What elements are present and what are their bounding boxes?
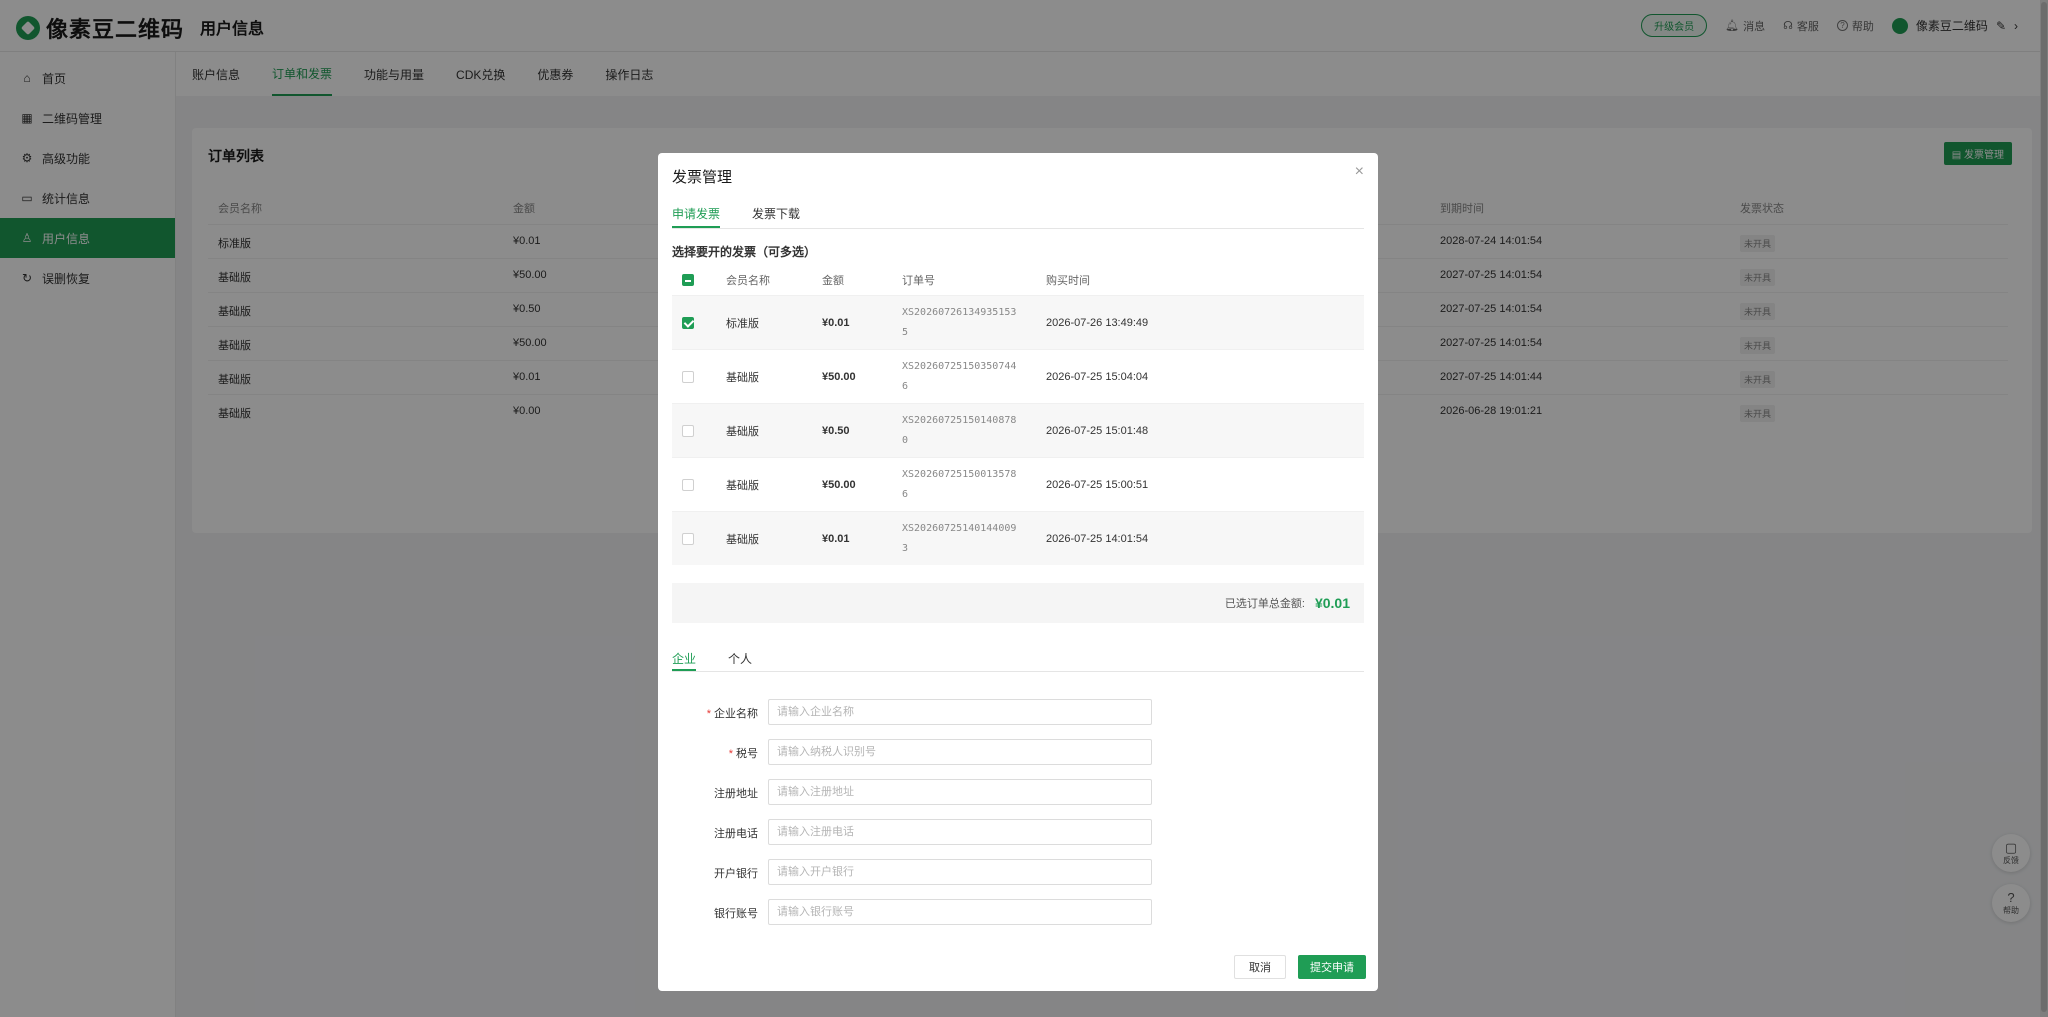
- cell-time: 2026-07-25 15:04:04: [1046, 370, 1149, 383]
- label-text: 注册电话: [714, 828, 758, 840]
- close-icon[interactable]: ×: [1355, 163, 1364, 181]
- bank-name-label: 开户银行: [714, 865, 758, 881]
- row-checkbox[interactable]: [682, 316, 694, 329]
- tab-apply-invoice[interactable]: 申请发票: [672, 205, 721, 228]
- form-row-reg-address: 注册地址: [672, 779, 1364, 805]
- invoice-type-tabs: 企业 个人: [672, 650, 1364, 672]
- cell-name: 基础版: [726, 479, 759, 492]
- tab-personal[interactable]: 个人: [728, 650, 752, 671]
- modal-tabs: 申请发票 发票下载: [672, 205, 1364, 229]
- cell-amount: ¥50.00: [822, 478, 856, 491]
- bank-account-input[interactable]: [768, 899, 1152, 925]
- tab-enterprise[interactable]: 企业: [672, 650, 697, 671]
- invoice-order-row[interactable]: 基础版 ¥50.00 XS202607251503507446 2026-07-25 …: [672, 349, 1364, 403]
- invoice-modal: 发票管理 × 申请发票 发票下载 选择要开的发票（可多选） 会员名称 金额 订单…: [658, 153, 1378, 991]
- cell-name: 基础版: [726, 425, 759, 438]
- col-amount: 金额: [822, 275, 844, 287]
- reg-phone-input[interactable]: [768, 819, 1152, 845]
- reg-address-label: 注册地址: [714, 785, 758, 801]
- cell-order-no: XS202607251501408780: [902, 414, 1017, 446]
- cell-time: 2026-07-25 15:01:48: [1046, 424, 1149, 437]
- col-purchase-time: 购买时间: [1046, 275, 1090, 287]
- bank-account-label: 银行账号: [714, 905, 758, 921]
- bank-name-input[interactable]: [768, 859, 1152, 885]
- select-hint: 选择要开的发票（可多选）: [672, 245, 817, 259]
- select-all-checkbox[interactable]: [682, 274, 694, 286]
- modal-footer: 取消 提交申请: [1234, 955, 1366, 979]
- invoice-order-row[interactable]: 基础版 ¥0.50 XS202607251501408780 2026-07-25 1…: [672, 403, 1364, 457]
- invoice-order-table: 会员名称 金额 订单号 购买时间 标准版 ¥0.01 XS2026072613493…: [672, 265, 1364, 565]
- col-name: 会员名称: [726, 275, 770, 287]
- label-text: 银行账号: [714, 908, 758, 920]
- cell-amount: ¥50.00: [822, 370, 856, 383]
- cell-order-no: XS202607261349351535: [902, 306, 1017, 338]
- row-checkbox[interactable]: [682, 370, 694, 383]
- cell-time: 2026-07-25 15:00:51: [1046, 478, 1149, 491]
- total-label: 已选订单总金额:: [1224, 598, 1305, 610]
- cell-order-no: XS202607251503507446: [902, 360, 1017, 392]
- label-text: 税号: [736, 748, 758, 760]
- cell-name: 基础版: [726, 371, 759, 384]
- row-checkbox[interactable]: [682, 532, 694, 545]
- tax-id-label: * 税号: [729, 745, 758, 761]
- invoice-order-row[interactable]: 基础版 ¥0.01 XS202607251401440093 2026-07-25 1…: [672, 511, 1364, 565]
- cell-amount: ¥0.01: [822, 532, 850, 545]
- modal-title: 发票管理: [672, 169, 733, 186]
- tab-download-invoice[interactable]: 发票下载: [752, 205, 800, 228]
- total-bar: 已选订单总金额: ¥0.01: [672, 583, 1364, 623]
- form-row-bank-account: 银行账号: [672, 899, 1364, 925]
- cell-time: 2026-07-25 14:01:54: [1046, 532, 1149, 545]
- row-checkbox[interactable]: [682, 478, 694, 491]
- total-value: ¥0.01: [1314, 595, 1350, 611]
- cell-time: 2026-07-26 13:49:49: [1046, 316, 1149, 329]
- cell-order-no: XS202607251500135786: [902, 468, 1017, 500]
- cell-name: 基础版: [726, 533, 759, 546]
- company-name-label: * 企业名称: [707, 705, 758, 721]
- invoice-order-row[interactable]: 标准版 ¥0.01 XS202607261349351535 2026-07-26 1…: [672, 295, 1364, 349]
- cell-amount: ¥0.50: [822, 424, 850, 437]
- form-row-reg-phone: 注册电话: [672, 819, 1364, 845]
- cell-name: 标准版: [726, 317, 759, 330]
- required-mark: *: [728, 748, 733, 760]
- submit-button[interactable]: 提交申请: [1298, 955, 1366, 979]
- row-checkbox[interactable]: [682, 424, 694, 437]
- invoice-table-header: 会员名称 金额 订单号 购买时间: [672, 265, 1364, 295]
- label-text: 注册地址: [714, 788, 758, 800]
- label-text: 企业名称: [714, 708, 758, 720]
- invoice-table-body: 标准版 ¥0.01 XS202607261349351535 2026-07-26 1…: [672, 295, 1364, 565]
- form-row-bank-name: 开户银行: [672, 859, 1364, 885]
- label-text: 开户银行: [714, 868, 758, 880]
- cancel-button[interactable]: 取消: [1234, 955, 1286, 979]
- required-mark: *: [706, 708, 711, 720]
- reg-address-input[interactable]: [768, 779, 1152, 805]
- form-row-company-name: * 企业名称: [672, 699, 1364, 725]
- tax-id-input[interactable]: [768, 739, 1152, 765]
- reg-phone-label: 注册电话: [714, 825, 758, 841]
- form-row-tax-id: * 税号: [672, 739, 1364, 765]
- company-name-input[interactable]: [768, 699, 1152, 725]
- cell-amount: ¥0.01: [822, 316, 850, 329]
- col-order-no: 订单号: [902, 275, 935, 287]
- invoice-order-row[interactable]: 基础版 ¥50.00 XS202607251500135786 2026-07-25 …: [672, 457, 1364, 511]
- cell-order-no: XS202607251401440093: [902, 522, 1017, 554]
